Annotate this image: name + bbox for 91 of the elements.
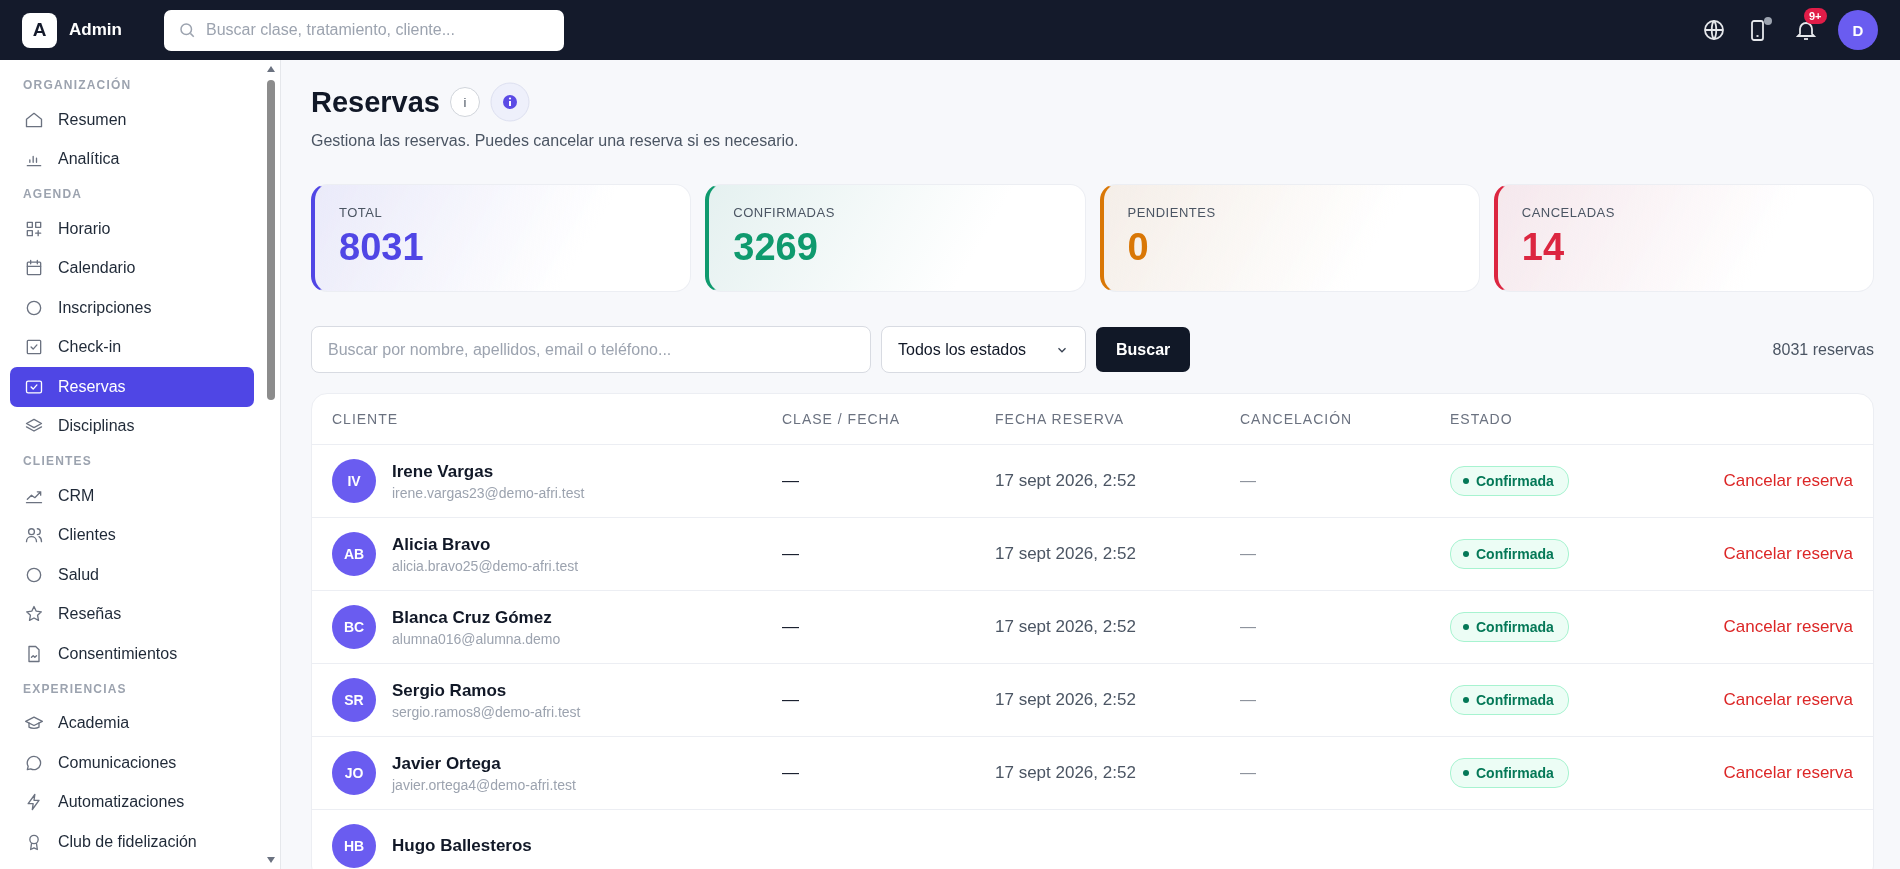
page-subtitle: Gestiona las reservas. Puedes cancelar una reserva si es necesario. <box>311 132 800 150</box>
stat-value: 0 <box>1127 226 1150 269</box>
table-cell-text: — <box>782 544 800 564</box>
client-name: Sergio Ramos <box>392 680 508 701</box>
info-icon[interactable] <box>490 82 530 122</box>
avatar: IV <box>332 459 376 503</box>
client-email: sergio.ramos8@demo-afri.test <box>392 703 581 720</box>
stat-label: PENDIENTES <box>1127 205 1217 220</box>
status-dropdown[interactable]: Todos los estados <box>881 326 1086 373</box>
app-name: Admin <box>69 20 122 40</box>
page-title: Reservas <box>311 85 440 119</box>
table-cell-text: 17 sept 2026, 2:52 <box>995 544 1137 564</box>
client-name: Javier Ortega <box>392 753 502 774</box>
notification-badge: 9+ <box>1804 8 1827 24</box>
table-cell-text: — <box>782 763 800 783</box>
status-badge: Confirmada <box>1450 612 1569 642</box>
cancel-link[interactable]: Cancelar reserva <box>1723 471 1853 491</box>
status-badge: Confirmada <box>1450 539 1569 569</box>
client-email: irene.vargas23@demo-afri.test <box>392 484 585 501</box>
app-logo: A <box>22 12 57 48</box>
sidebar-item[interactable]: Analítica <box>10 139 254 179</box>
sidebar-item[interactable]: CRM <box>10 476 254 516</box>
search-field[interactable]: Buscar clase, tratamiento, cliente... <box>164 9 564 51</box>
sidebar-item[interactable]: Club de fidelización <box>10 822 254 862</box>
table-cell-text: 17 sept 2026, 2:52 <box>995 617 1137 637</box>
section-heading: AGENDA <box>22 186 84 203</box>
sidebar-item[interactable]: Automatizaciones <box>10 782 254 822</box>
stat-value: 8031 <box>339 226 425 269</box>
section-heading: CLIENTES <box>22 453 93 470</box>
search-icon <box>178 20 196 39</box>
search-field[interactable]: Buscar por nombre, apellidos, email o teléfono... <box>311 326 871 373</box>
avatar: BC <box>332 605 376 649</box>
cancel-link[interactable]: Cancelar reserva <box>1723 690 1853 710</box>
table-cell-text: — <box>1240 618 1257 636</box>
client-email: javier.ortega4@demo-afri.test <box>392 776 576 793</box>
sidebar-item[interactable]: Clientes <box>10 515 254 555</box>
table-cell-text: — <box>1240 691 1257 709</box>
sidebar-item[interactable]: Inscripciones <box>10 288 254 328</box>
stat-value: 3269 <box>733 226 819 269</box>
sidebar-item[interactable]: Salud <box>10 555 254 595</box>
client-name: Alicia Bravo <box>392 534 492 555</box>
sidebar-item[interactable]: Resumen <box>10 100 254 140</box>
cancel-link[interactable]: Cancelar reserva <box>1723 544 1853 564</box>
sidebar-item[interactable]: Calendario <box>10 248 254 288</box>
avatar: JO <box>332 751 376 795</box>
client-name: Blanca Cruz Gómez <box>392 607 553 628</box>
table-cell-text: 17 sept 2026, 2:52 <box>995 471 1137 491</box>
table-cell-text: 17 sept 2026, 2:52 <box>995 690 1137 710</box>
result-count: 8031 reservas <box>1772 340 1874 359</box>
column-header: CLIENTE <box>332 411 400 427</box>
table-cell-text: — <box>782 690 800 710</box>
column-header: FECHA RESERVA <box>995 411 1126 427</box>
client-name: Irene Vargas <box>392 461 495 482</box>
avatar: AB <box>332 532 376 576</box>
user-avatar[interactable]: D <box>1838 10 1878 50</box>
status-badge: Confirmada <box>1450 466 1569 496</box>
cancel-link[interactable]: Cancelar reserva <box>1723 763 1853 783</box>
client-name: Hugo Ballesteros <box>392 836 532 856</box>
table-cell-text: — <box>782 471 800 491</box>
sidebar-item[interactable]: Reservas <box>10 367 254 407</box>
globe-icon[interactable] <box>1702 18 1726 42</box>
stat-label: TOTAL <box>339 205 384 220</box>
status-badge: Confirmada <box>1450 685 1569 715</box>
table-cell-text: — <box>1240 472 1257 490</box>
sidebar-item[interactable]: Disciplinas <box>10 406 254 446</box>
table-cell-text: — <box>1240 545 1257 563</box>
column-header: CLASE / FECHA <box>782 411 902 427</box>
avatar: SR <box>332 678 376 722</box>
stat-value: 14 <box>1521 226 1566 269</box>
sidebar-item[interactable]: Horario <box>10 209 254 249</box>
stat-label: CANCELADAS <box>1521 205 1616 220</box>
section-heading: ORGANIZACIÓN <box>22 76 133 94</box>
avatar: HB <box>332 824 376 868</box>
client-email: alumna016@alumna.demo <box>392 630 561 647</box>
sidebar-item[interactable]: Reseñas <box>10 594 254 634</box>
table-cell-text: — <box>782 617 800 637</box>
sidebar-item[interactable]: Consentimientos <box>10 634 254 674</box>
table-cell-text: 17 sept 2026, 2:52 <box>995 763 1137 783</box>
status-badge: Confirmada <box>1450 758 1569 788</box>
client-email: alicia.bravo25@demo-afri.test <box>392 557 579 574</box>
column-header: ESTADO <box>1450 411 1514 427</box>
column-header: CANCELACIÓN <box>1240 411 1354 427</box>
cancel-link[interactable]: Cancelar reserva <box>1723 617 1853 637</box>
section-heading: EXPERIENCIAS <box>22 680 128 698</box>
sidebar-item[interactable]: Comunicaciones <box>10 743 254 783</box>
table-cell-text: — <box>1240 764 1257 782</box>
stat-label: CONFIRMADAS <box>733 205 836 220</box>
sidebar-item[interactable]: Check-in <box>10 327 254 367</box>
sidebar-item[interactable]: Academia <box>10 703 254 743</box>
help-button[interactable]: i <box>450 87 480 117</box>
search-button[interactable]: Buscar <box>1096 327 1191 372</box>
